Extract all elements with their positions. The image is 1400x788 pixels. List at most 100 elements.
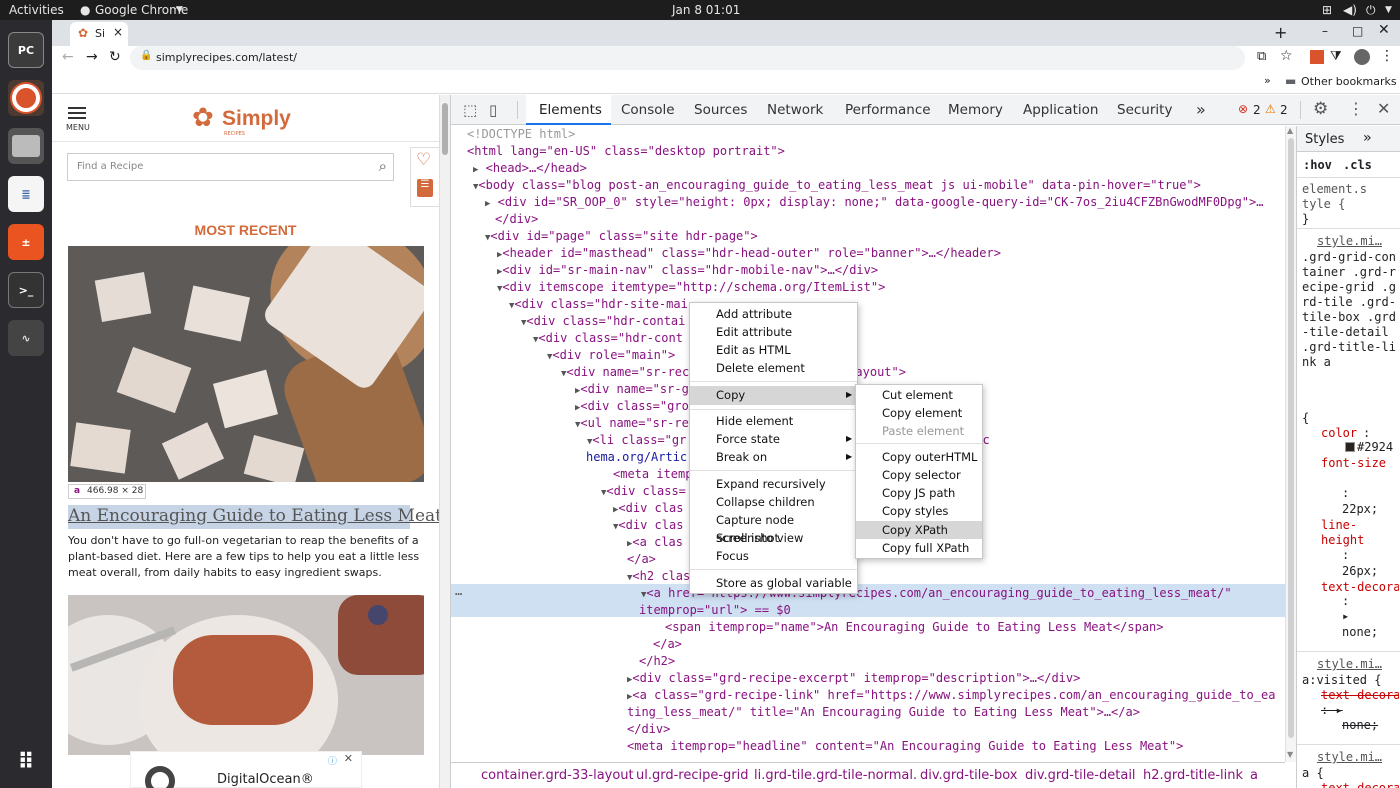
power-icon[interactable]: ⏻	[1366, 3, 1376, 18]
dom-scroll-thumb[interactable]	[1288, 138, 1294, 738]
stylesheet-link[interactable]: style.mi…	[1317, 657, 1382, 671]
network-icon[interactable]: ⊞	[1322, 3, 1332, 17]
close-tab-icon[interactable]: ×	[113, 25, 123, 39]
menu-item-copy-element[interactable]: Copy element	[882, 404, 962, 422]
device-toggle-icon[interactable]: ▯	[489, 101, 497, 119]
close-devtools-icon[interactable]: ✕	[1377, 99, 1390, 118]
menu-item-edit-attribute[interactable]: Edit attribute	[716, 323, 792, 341]
color-swatch[interactable]	[1345, 442, 1355, 452]
css-prop-line-height[interactable]: line-height	[1321, 518, 1391, 548]
dom-line[interactable]: ▼<div class="hdr-cont	[533, 330, 683, 347]
dom-line[interactable]: ▼<body class="blog post-an_encouraging_g…	[473, 177, 1201, 194]
activities-button[interactable]: Activities	[9, 3, 64, 17]
tab-application[interactable]: Application	[1023, 102, 1098, 118]
tab-security[interactable]: Security	[1117, 102, 1172, 118]
heart-icon[interactable]: ♡	[416, 150, 431, 170]
scrollbar-thumb[interactable]	[442, 103, 448, 155]
dom-line[interactable]: ▶ <div id="SR_OOP_0" style="height: 0px;…	[485, 194, 1263, 211]
tab-network[interactable]: Network	[767, 102, 823, 118]
css-prop-overridden[interactable]: text-decoration	[1321, 781, 1399, 788]
tab-active[interactable]: ✿ Si ×	[70, 22, 128, 46]
menu-item-force-state[interactable]: Force state	[716, 430, 780, 448]
tab-sources[interactable]: Sources	[694, 102, 747, 118]
dom-line[interactable]: ▼<ul name="sr-re	[575, 415, 689, 432]
menu-item-delete-element[interactable]: Delete element	[716, 359, 805, 377]
breadcrumb-item[interactable]: div.grd-tile-detail	[1025, 768, 1136, 783]
menu-item-copy-outerhtml[interactable]: Copy outerHTML	[882, 448, 977, 466]
extension-icon[interactable]	[1310, 50, 1324, 64]
tab-elements[interactable]: Elements	[539, 102, 602, 118]
writer-icon[interactable]: ≣	[8, 176, 44, 212]
dom-line[interactable]: ▼<div class=	[601, 483, 686, 500]
menu-item-focus[interactable]: Focus	[716, 547, 749, 565]
menu-item-break-on[interactable]: Break on	[716, 448, 767, 466]
menu-item-cut-element[interactable]: Cut element	[882, 386, 953, 404]
dom-line[interactable]: ▼<div class="hdr-contai	[521, 313, 685, 330]
styles-tab[interactable]: Styles	[1305, 132, 1344, 147]
dom-line[interactable]: ▼<div role="main">	[547, 347, 675, 364]
breadcrumb-item[interactable]: a	[1250, 768, 1258, 783]
error-count[interactable]: 2	[1253, 103, 1261, 117]
menu-item-store-as-global-variable[interactable]: Store as global variable	[716, 574, 852, 592]
dom-line[interactable]: <meta itemprop="headline" content="An En…	[627, 738, 1183, 755]
clock[interactable]: Jan 8 01:01	[672, 3, 740, 17]
dom-line[interactable]: ▼<div clas	[613, 517, 683, 534]
dom-line[interactable]: ting_less_meat/" title="An Encouraging G…	[627, 704, 1140, 721]
close-window-icon[interactable]: ✕	[1378, 22, 1390, 38]
back-icon[interactable]: ←	[62, 49, 74, 65]
recipe-box-icon[interactable]: ☰	[417, 179, 433, 197]
menu-item-copy-full-xpath[interactable]: Copy full XPath	[882, 539, 969, 557]
dom-line[interactable]: itemprop="url"> == $0	[639, 602, 791, 619]
element-style-selector[interactable]: element.s	[1302, 182, 1367, 196]
styles-more-tabs-icon[interactable]: »	[1363, 130, 1371, 146]
rule-selector[interactable]: a {	[1302, 766, 1324, 780]
dom-line[interactable]: ▶<div class="grd-recipe-excerpt" itempro…	[627, 670, 1080, 687]
menu-item-scroll-into-view[interactable]: Scroll into view	[716, 529, 803, 547]
dom-line[interactable]: <span itemprop="name">An Encouraging Gui…	[665, 619, 1164, 636]
dom-line[interactable]: </a>	[653, 636, 682, 653]
menu-item-collapse-children[interactable]: Collapse children	[716, 493, 815, 511]
kebab-menu-icon[interactable]: ⋮	[1380, 48, 1394, 64]
menu-item-copy-js-path[interactable]: Copy JS path	[882, 484, 955, 502]
page-scrollbar[interactable]	[439, 95, 450, 788]
dom-line[interactable]: <meta itemp	[613, 466, 692, 483]
recipe-image-2[interactable]	[68, 595, 424, 755]
dom-line[interactable]: <html lang="en-US" class="desktop portra…	[467, 143, 785, 160]
dom-line[interactable]: ▶<a class="grd-recipe-link" href="https:…	[627, 687, 1275, 704]
dom-line[interactable]: ▶<div id="sr-main-nav" class="hdr-mobile…	[497, 262, 878, 279]
dom-line[interactable]: ▶<div class="gro	[575, 398, 689, 415]
dom-line[interactable]: ▼<div id="page" class="site hdr-page">	[485, 228, 758, 245]
tab-console[interactable]: Console	[621, 102, 675, 118]
reload-icon[interactable]: ↻	[109, 49, 121, 65]
devtools-menu-icon[interactable]: ⋮	[1348, 99, 1364, 118]
rule-selector[interactable]: a:visited {	[1302, 673, 1381, 687]
chrome-dock-icon[interactable]	[8, 80, 44, 116]
dom-line[interactable]: </a>	[627, 551, 656, 568]
css-val-text-decoration[interactable]: none;	[1342, 625, 1378, 639]
recipe-search-input[interactable]: Find a Recipe ⌕	[67, 153, 394, 181]
hover-state-toggle[interactable]: :hov	[1303, 158, 1332, 172]
more-tabs[interactable]: »	[1196, 100, 1206, 119]
dom-line[interactable]: ▶<div clas	[613, 500, 683, 517]
css-prop-color[interactable]: color	[1321, 426, 1357, 440]
dom-scrollbar[interactable]: ▲ ▼	[1285, 126, 1296, 762]
maximize-icon[interactable]: □	[1352, 24, 1363, 38]
search-icon[interactable]: ⌕	[379, 157, 387, 175]
menu-item-edit-as-html[interactable]: Edit as HTML	[716, 341, 791, 359]
article-title-link[interactable]: An Encouraging Guide to Eating Less Meat	[68, 506, 439, 526]
settings-gear-icon[interactable]: ⚙	[1313, 99, 1328, 119]
terminal-icon[interactable]: >_	[8, 272, 44, 308]
node-actions-ellipsis[interactable]: …	[455, 584, 462, 598]
adchoices-icon[interactable]: ⓘ	[328, 754, 337, 767]
new-tab-icon[interactable]: +	[1274, 23, 1287, 42]
breadcrumb-item[interactable]: h2.grd-title-link	[1143, 768, 1243, 783]
dom-line[interactable]: ▶ <head>…</head>	[473, 160, 587, 177]
dom-line[interactable]: ▶<header id="masthead" class="hdr-head-o…	[497, 245, 1001, 262]
forward-icon[interactable]: →	[86, 49, 98, 65]
dom-line[interactable]: ▼<h2 clas	[627, 568, 690, 585]
system-monitor-icon[interactable]: ∿	[8, 320, 44, 356]
css-prop-text-decoration[interactable]: text-decoration	[1321, 580, 1399, 594]
dom-line[interactable]: </div>	[627, 721, 670, 738]
app-menu[interactable]: Google Chrome	[95, 3, 188, 17]
menu-item-copy[interactable]: Copy	[716, 386, 745, 404]
